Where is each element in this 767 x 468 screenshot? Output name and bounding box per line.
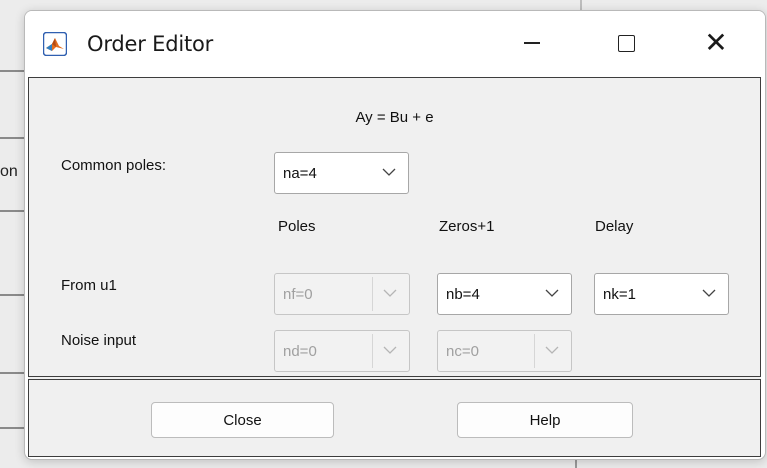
order-panel: Ay = Bu + e Common poles: na=4 Poles Zer… xyxy=(28,77,761,377)
from-u1-poles-value: nf=0 xyxy=(283,286,313,303)
maximize-button[interactable] xyxy=(591,11,661,75)
background-divider xyxy=(580,0,582,10)
maximize-icon xyxy=(617,34,635,52)
help-button[interactable]: Help xyxy=(457,402,633,438)
dropdown-separator xyxy=(372,334,373,368)
chevron-down-icon xyxy=(383,346,397,354)
title-bar[interactable]: Order Editor ✕ xyxy=(25,11,765,75)
close-button[interactable]: Close xyxy=(151,402,334,438)
delay-column-header: Delay xyxy=(595,218,634,235)
chevron-down-icon xyxy=(545,346,559,354)
chevron-down-icon xyxy=(383,289,397,297)
close-window-button[interactable]: ✕ xyxy=(681,11,751,75)
button-panel: Close Help xyxy=(28,379,761,457)
background-partial-text: on xyxy=(0,163,18,180)
dropdown-separator xyxy=(372,277,373,311)
minimize-button[interactable] xyxy=(497,11,567,75)
zeros-column-header: Zeros+1 xyxy=(439,218,495,235)
minimize-icon xyxy=(524,42,540,44)
dropdown-separator xyxy=(534,334,535,368)
chevron-down-icon xyxy=(702,289,716,297)
window-title: Order Editor xyxy=(87,32,214,56)
poles-column-header: Poles xyxy=(278,218,316,235)
model-equation: Ay = Bu + e xyxy=(355,109,434,126)
noise-input-zeros-dropdown: nc=0 xyxy=(437,330,572,372)
from-u1-zeros-dropdown[interactable]: nb=4 xyxy=(437,273,572,315)
noise-input-poles-dropdown: nd=0 xyxy=(274,330,410,372)
common-poles-value: na=4 xyxy=(283,165,317,182)
common-poles-label: Common poles: xyxy=(61,157,167,174)
chevron-down-icon xyxy=(545,289,559,297)
from-u1-delay-value: nk=1 xyxy=(603,286,636,303)
close-icon: ✕ xyxy=(704,26,728,59)
from-u1-poles-dropdown: nf=0 xyxy=(274,273,410,315)
order-editor-dialog: Order Editor ✕ Ay = Bu + e Common poles:… xyxy=(24,10,766,460)
common-poles-dropdown[interactable]: na=4 xyxy=(274,152,409,194)
dialog-content: Ay = Bu + e Common poles: na=4 Poles Zer… xyxy=(28,77,761,457)
from-u1-label: From u1 xyxy=(61,277,117,294)
noise-input-zeros-value: nc=0 xyxy=(446,343,479,360)
noise-input-label: Noise input xyxy=(61,332,137,349)
from-u1-delay-dropdown[interactable]: nk=1 xyxy=(594,273,729,315)
noise-input-poles-value: nd=0 xyxy=(283,343,317,360)
matlab-icon xyxy=(42,31,68,57)
from-u1-zeros-value: nb=4 xyxy=(446,286,480,303)
chevron-down-icon xyxy=(382,168,396,176)
